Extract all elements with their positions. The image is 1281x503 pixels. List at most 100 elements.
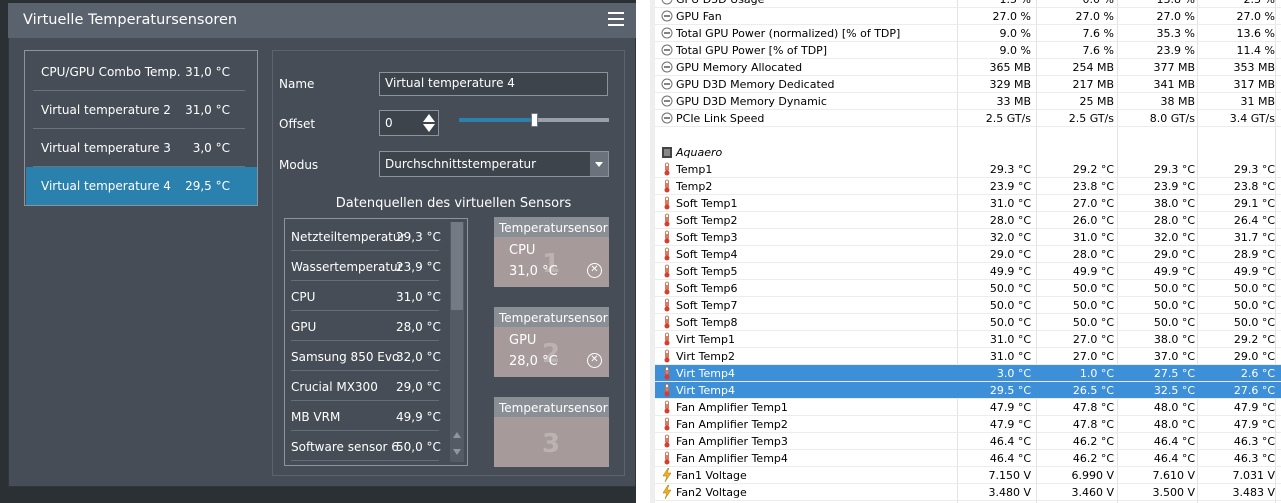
- slider-track: [535, 118, 609, 122]
- sensor-slot-1[interactable]: Temperatursensor 1 1 CPU 31,0 °C ✕: [494, 217, 609, 287]
- source-item[interactable]: Software sensor 6 50,0 °C: [291, 431, 459, 461]
- table-row[interactable]: Soft Temp7 50.0 °C 50.0 °C 50.0 °C 50.0 °C: [655, 297, 1281, 314]
- row-value: 50.0 °C: [989, 299, 1031, 312]
- row-value: 27.0 %: [992, 10, 1031, 23]
- table-row[interactable]: Virt Temp2 31.0 °C 27.0 °C 37.0 °C 29.0 °C: [655, 348, 1281, 365]
- sensor-slot-3[interactable]: Temperatursensor 3 3: [494, 397, 609, 467]
- table-row[interactable]: Soft Temp5 49.9 °C 49.9 °C 49.9 °C 49.9 °C: [655, 263, 1281, 280]
- source-name: Samsung 850 Evo: [291, 350, 400, 364]
- row-label: Soft Temp2: [676, 214, 738, 227]
- table-row[interactable]: GPU Memory Allocated 365 MB 254 MB 377 MB 35…: [655, 59, 1281, 76]
- table-row[interactable]: Fan1 Voltage 7.150 V 6.990 V 7.610 V 7.031 V: [655, 467, 1281, 484]
- table-row[interactable]: Total GPU Power [% of TDP] 9.0 % 7.6 % 23.9…: [655, 42, 1281, 59]
- table-row[interactable]: Fan Amplifier Temp4 46.4 °C 46.2 °C 46.4 °C…: [655, 450, 1281, 467]
- source-value: 32,0 °C: [396, 350, 441, 364]
- spin-down-icon[interactable]: [421, 123, 437, 134]
- source-item[interactable]: Wassertemperatur 23,9 °C: [291, 251, 459, 281]
- table-row[interactable]: Soft Temp6 50.0 °C 50.0 °C 50.0 °C 50.0 °C: [655, 280, 1281, 297]
- table-row-selected[interactable]: Virt Temp4 3.0 °C 1.0 °C 27.5 °C 2.6 °C: [655, 365, 1281, 382]
- table-row[interactable]: GPU D3D Memory Dynamic 33 MB 25 MB 38 MB 31 …: [655, 93, 1281, 110]
- thermometer-icon: [661, 366, 673, 380]
- table-row[interactable]: Fan Amplifier Temp1 47.9 °C 47.8 °C 48.0 °C…: [655, 399, 1281, 416]
- remove-icon[interactable]: ✕: [587, 263, 602, 278]
- table-row[interactable]: Total GPU Power (normalized) [% of TDP] 9…: [655, 25, 1281, 42]
- table-row[interactable]: PCIe Link Speed 2.5 GT/s 2.5 GT/s 8.0 GT/s 3…: [655, 110, 1281, 127]
- row-label: Soft Temp3: [676, 231, 738, 244]
- table-row[interactable]: Virt Temp1 31.0 °C 27.0 °C 38.0 °C 29.2 °C: [655, 331, 1281, 348]
- sensor-item-value: 3,0 °C: [192, 141, 230, 155]
- row-value: 27.0 %: [1156, 10, 1195, 23]
- row-value: 28.9 °C: [1233, 248, 1275, 261]
- slot-source-name: GPU: [509, 333, 537, 348]
- row-label: Soft Temp4: [676, 248, 738, 261]
- sensor-item[interactable]: Virtual temperature 2 31,0 °C: [33, 91, 257, 129]
- name-input[interactable]: Virtual temperature 4: [379, 72, 608, 96]
- mode-label: Modus: [279, 158, 319, 172]
- table-row[interactable]: Temp2 23.9 °C 23.8 °C 23.9 °C 23.8 °C: [655, 178, 1281, 195]
- scrollbar-thumb[interactable]: [451, 222, 463, 310]
- slider-thumb[interactable]: [531, 113, 538, 127]
- source-value: 23,9 °C: [396, 260, 441, 274]
- scroll-down-icon[interactable]: [453, 449, 461, 455]
- row-label: Soft Temp7: [676, 299, 738, 312]
- table-row[interactable]: Soft Temp3 32.0 °C 31.0 °C 32.0 °C 31.7 °C: [655, 229, 1281, 246]
- row-value: 46.2 °C: [1072, 452, 1114, 465]
- source-item[interactable]: Samsung 850 Evo 32,0 °C: [291, 341, 459, 371]
- sensor-item-selected[interactable]: Virtual temperature 4 29,5 °C: [26, 167, 257, 205]
- row-value: 26.0 °C: [1072, 214, 1114, 227]
- sensor-item-value: 29,5 °C: [185, 179, 230, 193]
- scroll-up-icon[interactable]: [453, 432, 461, 438]
- table-row[interactable]: GPU D3D Memory Dedicated 329 MB 217 MB 341 …: [655, 76, 1281, 93]
- table-row[interactable]: Temp1 29.3 °C 29.2 °C 29.3 °C 29.3 °C: [655, 161, 1281, 178]
- row-label: Soft Temp1: [676, 197, 738, 210]
- row-value: 50.0 °C: [1233, 316, 1275, 329]
- sensor-item[interactable]: Virtual temperature 3 3,0 °C: [33, 129, 257, 167]
- table-row[interactable]: Fan2 Voltage 3.480 V 3.460 V 3.500 V 3.483 V: [655, 484, 1281, 501]
- source-item[interactable]: Crucial MX300 29,0 °C: [291, 371, 459, 401]
- row-value: 49.9 °C: [1072, 265, 1114, 278]
- row-value: 50.0 °C: [1233, 282, 1275, 295]
- hamburger-menu-icon[interactable]: [608, 12, 624, 28]
- row-value: 31 MB: [1240, 95, 1275, 108]
- source-item[interactable]: MB VRM 49,9 °C: [291, 401, 459, 431]
- row-value: 27.0 %: [1236, 10, 1275, 23]
- sensor-table-panel: GPU D3D Usage 1.5 % 0.0 % 13.8 % 2.3 % GPU Fa…: [650, 0, 1281, 503]
- thermometer-icon: [661, 247, 673, 261]
- source-list: Netzteiltemperatur 29,3 °C Wassertempera…: [284, 218, 468, 466]
- table-row[interactable]: Soft Temp2 28.0 °C 26.0 °C 28.0 °C 26.4 °C: [655, 212, 1281, 229]
- table-row[interactable]: Fan Amplifier Temp3 46.4 °C 46.2 °C 46.4 °C…: [655, 433, 1281, 450]
- row-value: 317 MB: [1233, 78, 1275, 91]
- table-row[interactable]: Fan Amplifier Temp2 47.9 °C 47.8 °C 48.0 °C…: [655, 416, 1281, 433]
- source-item[interactable]: GPU 28,0 °C: [291, 311, 459, 341]
- row-value: 23.9 %: [1156, 44, 1195, 57]
- table-row[interactable]: Soft Temp1 31.0 °C 27.0 °C 38.0 °C 29.1 °C: [655, 195, 1281, 212]
- row-value: 32.0 °C: [1153, 231, 1195, 244]
- sensor-item-name: Virtual temperature 2: [41, 103, 171, 117]
- spin-up-icon[interactable]: [421, 112, 437, 123]
- sensor-slot-2[interactable]: Temperatursensor 2 2 GPU 28,0 °C ✕: [494, 307, 609, 377]
- row-value: 50.0 °C: [1072, 299, 1114, 312]
- circle-minus-icon: [661, 43, 673, 57]
- row-value: 38.0 °C: [1153, 197, 1195, 210]
- group-header-row[interactable]: Aquaero: [655, 144, 1281, 161]
- source-item[interactable]: CPU 31,0 °C: [291, 281, 459, 311]
- remove-icon[interactable]: ✕: [587, 353, 602, 368]
- source-item[interactable]: Netzteiltemperatur 29,3 °C: [291, 221, 459, 251]
- slot-body: 2 GPU 28,0 °C ✕: [494, 327, 609, 377]
- circle-minus-icon: [661, 77, 673, 91]
- chevron-down-icon[interactable]: [590, 152, 608, 176]
- sensor-item-name: CPU/GPU Combo Temp.: [41, 65, 181, 79]
- table-row-selected[interactable]: Virt Temp4 29.5 °C 26.5 °C 32.5 °C 27.6 °C: [655, 382, 1281, 399]
- table-row[interactable]: Soft Temp8 50.0 °C 50.0 °C 50.0 °C 50.0 °C: [655, 314, 1281, 331]
- row-value: 13.8 %: [1125, 0, 1195, 6]
- row-value: 46.3 °C: [1233, 452, 1275, 465]
- table-row[interactable]: GPU Fan 27.0 % 27.0 % 27.0 % 27.0 %: [655, 8, 1281, 25]
- offset-slider[interactable]: [459, 113, 609, 127]
- sensor-item[interactable]: CPU/GPU Combo Temp. 31,0 °C: [33, 53, 257, 91]
- mode-select[interactable]: Durchschnittstemperatur: [379, 151, 609, 177]
- table-row[interactable]: Soft Temp4 29.0 °C 28.0 °C 29.0 °C 28.9 °C: [655, 246, 1281, 263]
- row-label: Total GPU Power (normalized) [% of TDP]: [676, 27, 901, 40]
- row-value: 25 MB: [1079, 95, 1114, 108]
- row-value: 29.0 °C: [989, 248, 1031, 261]
- source-list-scrollbar[interactable]: [450, 222, 464, 462]
